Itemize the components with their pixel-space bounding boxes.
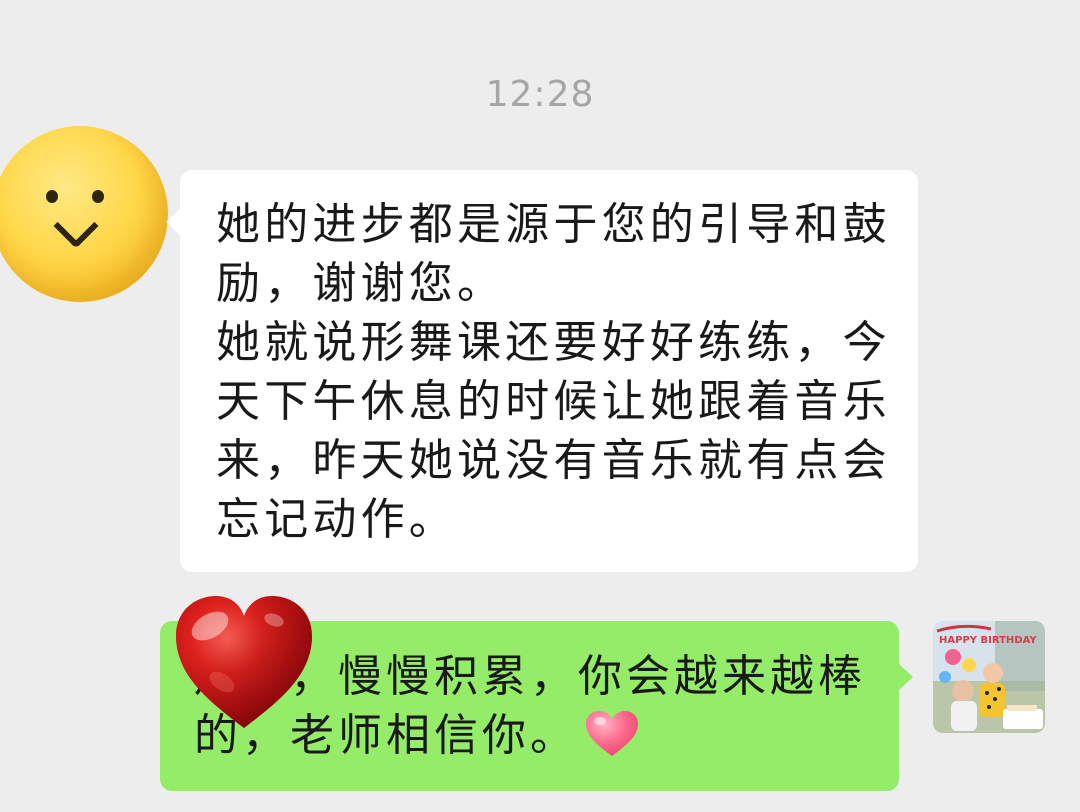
birthday-photo-icon: HAPPY BIRTHDAY xyxy=(933,621,1045,733)
bubble-tail-left xyxy=(166,208,181,236)
avatar-smile xyxy=(53,203,99,249)
pink-heart-emoji-icon xyxy=(586,711,638,756)
incoming-message-text: 她的进步都是源于您的引导和鼓励，谢谢您。 她就说形舞课还要好好练练，今天下午休息… xyxy=(216,199,891,545)
red-heart-sticker-icon xyxy=(176,596,312,728)
avatar-eye-left xyxy=(46,190,58,203)
bubble-tail-right xyxy=(898,663,913,691)
user-avatar-photo[interactable]: HAPPY BIRTHDAY xyxy=(933,621,1045,733)
incoming-message-bubble[interactable]: 她的进步都是源于您的引导和鼓励，谢谢您。 她就说形舞课还要好好练练，今天下午休息… xyxy=(166,170,918,572)
message-timestamp: 12:28 xyxy=(485,74,595,115)
contact-avatar-smiley-icon[interactable] xyxy=(0,126,168,302)
birthday-banner-text: HAPPY BIRTHDAY xyxy=(939,635,1037,646)
avatar-eye-right xyxy=(92,190,104,203)
